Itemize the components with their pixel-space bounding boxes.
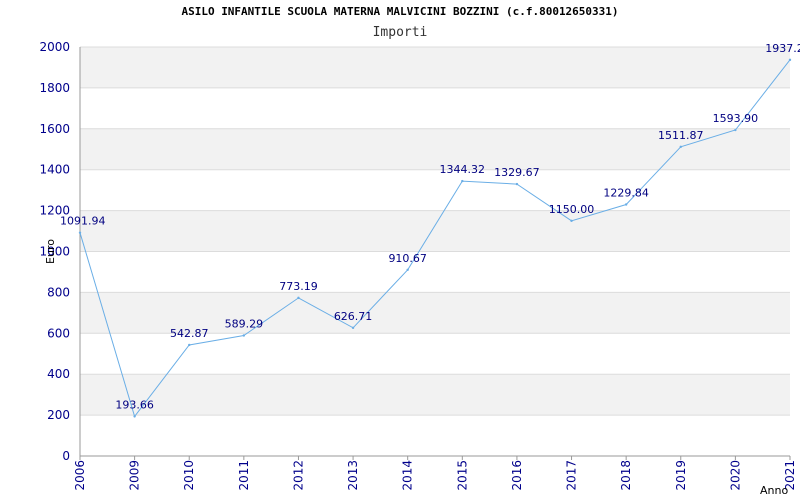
grid-bands [80, 47, 790, 416]
data-label: 1344.32 [440, 163, 486, 176]
x-tick-label: 2018 [619, 460, 633, 491]
x-tick-labels: 2006 2009 2010 2011 2012 2013 2014 2015 2016 2017… [73, 460, 797, 491]
y-axis-label: Euro [44, 239, 57, 264]
data-point [406, 268, 409, 271]
data-point [351, 326, 355, 330]
data-point [461, 179, 464, 183]
x-tick-label: 2015 [455, 460, 469, 491]
data-point [734, 128, 737, 132]
data-label: 773.19 [279, 280, 318, 293]
x-tick-label: 2016 [510, 460, 524, 491]
data-label: 1329.67 [494, 166, 540, 179]
line-chart: 0200400600800100012001400160018002000 20… [39, 40, 800, 497]
grid-band [80, 47, 790, 88]
y-tick-label: 1800 [39, 81, 70, 95]
data-point [788, 58, 792, 62]
data-point [297, 296, 300, 300]
data-label: 589.29 [225, 317, 264, 330]
x-tick-label: 2013 [346, 460, 360, 491]
y-tick-label: 2000 [39, 40, 70, 54]
data-label: 1593.90 [713, 112, 759, 125]
data-label: 1229.84 [603, 186, 649, 199]
x-tick-label: 2019 [674, 460, 688, 491]
data-point [679, 145, 682, 149]
x-axis-label: Anno [760, 484, 788, 497]
data-label: 910.67 [388, 252, 427, 265]
grid-band [80, 210, 790, 252]
x-tick-label: 2010 [182, 460, 196, 491]
y-tick-label: 1600 [39, 122, 70, 136]
y-tick-label: 0 [62, 449, 70, 463]
x-tick-label: 2012 [291, 460, 305, 491]
data-point [570, 219, 573, 223]
data-label: 1150.00 [549, 203, 595, 216]
y-tick-label: 600 [47, 326, 70, 340]
data-point [242, 334, 246, 337]
y-tick-label: 1400 [39, 163, 70, 177]
data-point [515, 182, 519, 186]
data-label: 193.66 [115, 398, 154, 411]
x-tick-label: 2011 [237, 460, 251, 491]
data-label: 542.87 [170, 327, 209, 340]
x-tick-label: 2017 [565, 460, 579, 491]
data-label: 1937.25 [765, 42, 800, 55]
data-label: 626.71 [334, 310, 373, 323]
y-tick-label: 400 [47, 367, 70, 381]
y-tick-label: 200 [47, 408, 70, 422]
data-point [624, 203, 628, 206]
x-tick-label: 2009 [128, 460, 142, 491]
y-tick-label: 800 [47, 285, 70, 299]
data-label: 1511.87 [658, 129, 704, 142]
x-tick-label: 2020 [728, 460, 742, 491]
x-tick-label: 2006 [73, 460, 87, 491]
grid-band [80, 374, 790, 416]
data-point [188, 343, 191, 347]
data-point [78, 231, 82, 234]
data-label: 1091.94 [60, 215, 106, 228]
data-point [133, 415, 136, 418]
x-tick-label: 2014 [401, 460, 415, 491]
